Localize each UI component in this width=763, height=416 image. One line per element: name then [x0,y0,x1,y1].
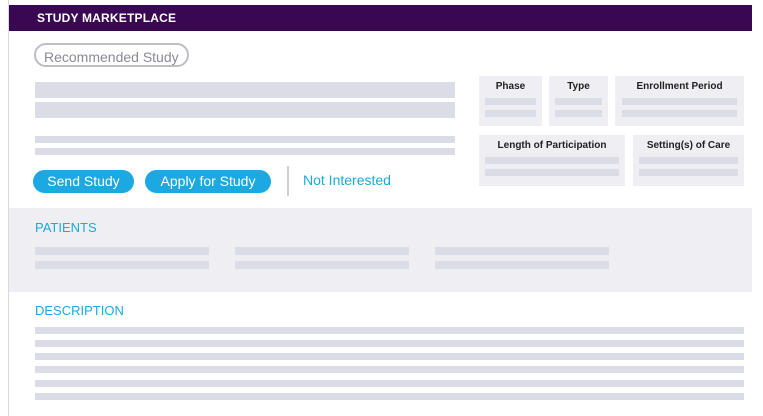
placeholder-line [485,169,619,176]
length-of-participation-box: Length of Participation [479,135,625,186]
patients-placeholder-line [435,247,609,255]
settings-of-care-box: Setting(s) of Care [633,135,744,186]
placeholder-line [622,98,737,105]
recommended-study-tag: Recommended Study [34,43,189,67]
placeholder-line [485,110,536,117]
enrollment-period-label: Enrollment Period [636,81,723,92]
patients-heading: PATIENTS [35,220,97,235]
patients-placeholder-line [435,261,609,269]
text-placeholder-line [35,148,455,155]
patients-placeholder-line [235,261,409,269]
description-placeholder-line [35,353,744,360]
description-placeholder-line [35,327,744,334]
description-placeholder-line [35,393,744,400]
type-box: Type [549,76,608,126]
type-label: Type [567,81,590,92]
header-bar: STUDY MARKETPLACE [9,5,752,31]
header-title: STUDY MARKETPLACE [37,11,177,25]
text-placeholder-line [35,136,455,143]
placeholder-line [485,157,619,164]
description-heading: DESCRIPTION [35,303,124,318]
action-divider [287,166,289,196]
description-placeholder-line [35,340,744,347]
phase-box: Phase [479,76,542,126]
length-of-participation-label: Length of Participation [497,140,607,151]
placeholder-line [639,157,738,164]
patients-placeholder-line [35,261,209,269]
placeholder-line [555,110,602,117]
patients-placeholder-line [235,247,409,255]
phase-label: Phase [495,81,526,92]
placeholder-line [555,98,602,105]
enrollment-period-box: Enrollment Period [615,76,744,126]
title-placeholder-line [35,82,455,98]
title-placeholder-line [35,102,455,118]
not-interested-link[interactable]: Not Interested [303,172,391,188]
settings-of-care-label: Setting(s) of Care [646,140,731,151]
send-study-button[interactable]: Send Study [33,170,134,193]
apply-for-study-button[interactable]: Apply for Study [145,170,271,193]
placeholder-line [622,110,737,117]
study-card: STUDY MARKETPLACE Recommended Study Phas… [8,0,752,416]
placeholder-line [639,169,738,176]
patients-placeholder-line [35,247,209,255]
description-placeholder-line [35,380,744,387]
placeholder-line [485,98,536,105]
description-placeholder-line [35,366,744,373]
